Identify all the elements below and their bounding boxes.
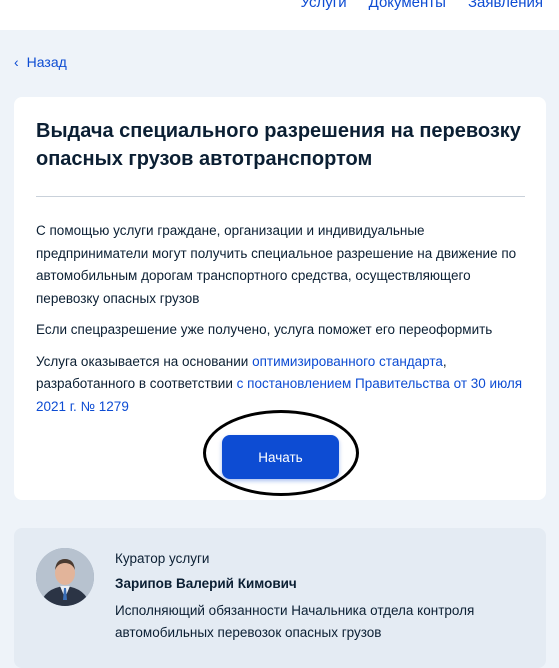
back-link[interactable]: ‹ Назад <box>14 54 67 70</box>
avatar <box>36 548 94 606</box>
nav-item-services[interactable]: Услуги <box>301 0 347 11</box>
description-paragraph: Если спецразрешение уже получено, услуга… <box>36 322 493 337</box>
standard-link[interactable]: оптимизированного стандарта <box>252 354 443 369</box>
curator-name: Зарипов Валерий Кимович <box>115 576 297 591</box>
description-paragraph: С помощью услуги граждане, организации и… <box>36 223 517 306</box>
legal-basis-text: Услуга оказывается на основании <box>36 353 253 369</box>
curator-role: Куратор услуги <box>115 551 210 566</box>
top-navigation: Услуги Документы Заявления <box>301 0 544 11</box>
back-label: Назад <box>26 54 67 70</box>
divider <box>36 196 525 197</box>
service-description: С помощью услуги граждане, организации и… <box>36 220 528 427</box>
curator-position: Исполняющий обязанности Начальника отдел… <box>115 603 475 640</box>
chevron-left-icon: ‹ <box>14 54 19 70</box>
nav-item-applications[interactable]: Заявления <box>468 0 543 11</box>
page-title: Выдача специального разрешения на перево… <box>36 120 521 170</box>
nav-item-documents[interactable]: Документы <box>369 0 446 11</box>
top-header: Услуги Документы Заявления <box>0 0 559 30</box>
legal-basis-paragraph: Услуга оказывается на основании оптимизи… <box>36 351 528 419</box>
curator-card: Куратор услуги Зарипов Валерий Кимович И… <box>14 528 546 668</box>
start-button[interactable]: Начать <box>222 435 339 479</box>
service-card: Выдача специального разрешения на перево… <box>14 97 546 500</box>
